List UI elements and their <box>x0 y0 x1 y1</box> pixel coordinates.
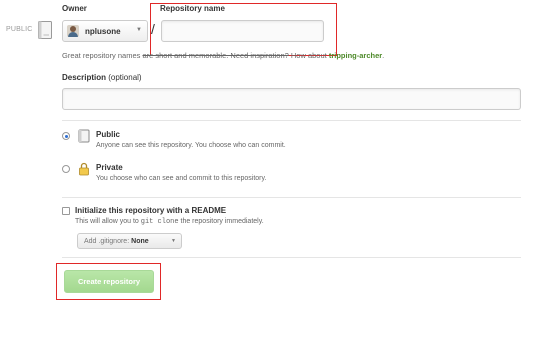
chevron-down-icon: ▼ <box>171 238 176 244</box>
visibility-option-private[interactable]: Private You choose who can see and commi… <box>62 161 362 189</box>
gitignore-select[interactable]: Add .gitignore: None ▼ <box>77 233 182 249</box>
public-description: Anyone can see this repository. You choo… <box>96 142 286 149</box>
description-input[interactable] <box>62 88 521 110</box>
highlight-box-create-button <box>56 263 161 300</box>
name-suggestion-link[interactable]: tripping-archer <box>329 51 382 60</box>
divider <box>62 120 521 121</box>
public-title: Public <box>96 130 121 139</box>
hint-strikethrough-text: are short and memorable. Need inspiratio… <box>142 51 289 60</box>
repository-name-hint: Great repository names are short and mem… <box>62 51 384 60</box>
private-description: You choose who can see and commit to thi… <box>96 175 267 182</box>
visibility-option-public[interactable]: Public Anyone can see this repository. Y… <box>62 128 362 156</box>
description-label-text: Description <box>62 73 107 82</box>
init-desc-suffix: the repository immediately. <box>178 218 264 225</box>
highlight-box-repository-name <box>150 3 337 56</box>
avatar <box>67 25 79 37</box>
private-title: Private <box>96 163 123 172</box>
owner-label: Owner <box>62 4 87 13</box>
initialize-readme-checkbox[interactable] <box>62 207 70 215</box>
hint-text-mid: How about <box>288 51 329 60</box>
gitignore-value: None <box>131 237 149 245</box>
repo-book-icon <box>78 129 90 143</box>
hint-text-end: . <box>382 51 385 60</box>
description-label: Description (optional) <box>62 73 142 82</box>
divider <box>62 257 521 258</box>
initialize-readme-label[interactable]: Initialize this repository with a README <box>75 206 226 215</box>
private-radio[interactable] <box>62 165 70 173</box>
owner-select[interactable]: nplusone ▼ <box>62 20 148 42</box>
hint-text: Great repository names <box>62 51 143 60</box>
chevron-down-icon: ▼ <box>136 27 142 33</box>
visibility-badge: PUBLIC <box>6 26 33 33</box>
repo-book-icon <box>38 21 52 39</box>
init-desc-code: git clone <box>140 218 179 226</box>
description-optional-text: (optional) <box>106 73 142 82</box>
owner-name: nplusone <box>85 26 121 36</box>
divider <box>62 197 521 198</box>
initialize-readme-description: This will allow you to git clone the rep… <box>75 218 264 226</box>
lock-icon <box>79 162 89 176</box>
public-radio[interactable] <box>62 132 70 140</box>
gitignore-label: Add .gitignore: <box>84 237 130 245</box>
init-desc-prefix: This will allow you to <box>75 218 141 225</box>
